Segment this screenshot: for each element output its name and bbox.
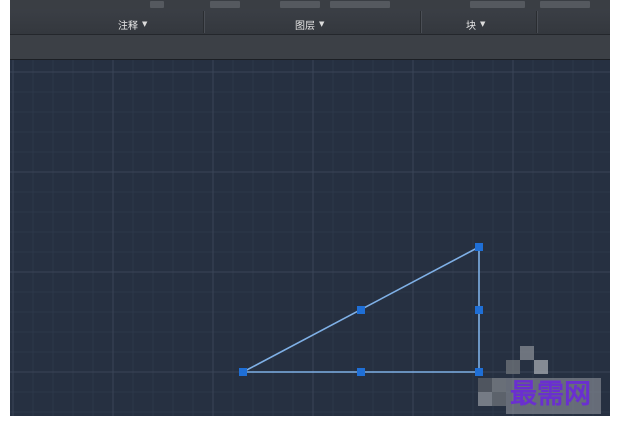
grip-icon[interactable] (357, 368, 365, 376)
grip-icon[interactable] (475, 368, 483, 376)
grip-icon[interactable] (357, 306, 365, 314)
drawing-svg[interactable]: 最需网 (10, 60, 610, 416)
panel-block[interactable]: 块 ▼ (466, 17, 486, 32)
toolbar-icon[interactable] (150, 1, 164, 8)
toolbar-icon[interactable] (280, 1, 320, 8)
cad-window: 注释 ▼ 图层 ▼ 块 ▼ 最需网 (10, 0, 610, 416)
panel-separator (536, 11, 538, 33)
watermark-text: 最需网 (510, 379, 591, 410)
toolbar-icon[interactable] (470, 1, 525, 8)
toolbar-icon[interactable] (210, 1, 240, 8)
grip-icon[interactable] (239, 368, 247, 376)
grip-icon[interactable] (475, 243, 483, 251)
ribbon-toolbar-strip (10, 0, 610, 9)
chevron-down-icon: ▼ (319, 20, 325, 28)
toolbar-icon[interactable] (330, 1, 390, 8)
grip-icon[interactable] (475, 306, 483, 314)
chevron-down-icon: ▼ (480, 20, 486, 28)
chevron-down-icon: ▼ (142, 20, 148, 28)
drawing-canvas[interactable]: 最需网 (10, 60, 610, 416)
ribbon-panel-row: 注释 ▼ 图层 ▼ 块 ▼ (10, 0, 610, 35)
panel-layers-label: 图层 (295, 20, 315, 32)
toolbar-icon[interactable] (540, 1, 590, 8)
panel-annotation[interactable]: 注释 ▼ (118, 17, 148, 32)
panel-annotation-label: 注释 (118, 20, 138, 32)
panel-separator (420, 11, 422, 33)
ribbon-collapsed-bar (10, 35, 610, 60)
panel-separator (203, 11, 205, 33)
panel-block-label: 块 (466, 20, 476, 32)
panel-layers[interactable]: 图层 ▼ (295, 17, 325, 32)
